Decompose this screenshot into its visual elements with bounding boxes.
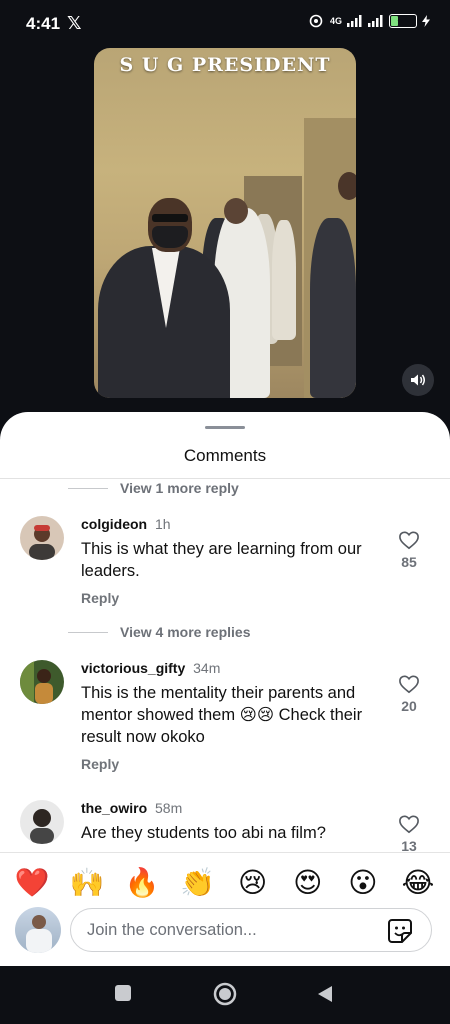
comment-item: colgideon 1h This is what they are learn…: [20, 516, 430, 616]
video-person: [272, 220, 296, 340]
drag-handle[interactable]: [205, 426, 245, 429]
comment-time: 58m: [155, 800, 183, 816]
view-more-label: View 4 more replies: [120, 624, 251, 640]
comment-item: victorious_gifty 34m This is the mentali…: [20, 660, 430, 780]
comment-time: 1h: [155, 516, 171, 532]
video-person-head: [224, 198, 248, 224]
reply-button[interactable]: Reply: [81, 590, 371, 606]
reply-button[interactable]: Reply: [81, 756, 371, 772]
comment-body: victorious_gifty 34m This is the mentali…: [81, 660, 371, 772]
video-main-glasses: [152, 214, 188, 222]
like-button[interactable]: 85: [394, 530, 424, 570]
avatar[interactable]: [20, 800, 64, 844]
video-person: [310, 218, 356, 398]
emoji-crying[interactable]: 😢: [233, 863, 273, 903]
signal-icon-2: [368, 15, 383, 27]
sheet-title: Comments: [183, 446, 267, 465]
emoji-laughing[interactable]: 😂: [398, 863, 438, 903]
comment-input[interactable]: [87, 909, 377, 951]
status-time: 4:41: [26, 14, 61, 33]
comment-input-container: [70, 908, 432, 952]
comment-text: Are they students too abi na film?: [81, 824, 326, 842]
comment-username[interactable]: victorious_gifty: [81, 660, 185, 676]
battery-icon: 31: [389, 14, 417, 28]
heart-icon: [399, 815, 419, 834]
comment-username[interactable]: the_owiro: [81, 800, 147, 816]
comment-body: colgideon 1h This is what they are learn…: [81, 516, 371, 606]
video-player[interactable]: S U G PRESIDENT: [94, 48, 356, 398]
emoji-surprised[interactable]: 😮: [343, 863, 383, 903]
video-person-head: [338, 172, 356, 200]
avatar[interactable]: [20, 516, 64, 560]
view-more-line: [68, 487, 108, 489]
home-icon[interactable]: [213, 982, 237, 1006]
heart-icon: [399, 531, 419, 550]
emoji-heart[interactable]: ❤️: [12, 863, 52, 903]
sheet-divider: [0, 478, 450, 479]
my-avatar: [15, 907, 61, 953]
emoji-clap[interactable]: 👏: [177, 863, 217, 903]
sticker-icon[interactable]: [387, 918, 413, 944]
hotspot-icon: [309, 14, 323, 28]
emoji-heart-eyes[interactable]: 😍: [288, 863, 328, 903]
comment-time: 34m: [193, 660, 221, 676]
comment-text: This is the mentality their parents and …: [81, 684, 363, 746]
like-count: 20: [401, 698, 417, 714]
signal-icon: [347, 15, 362, 27]
speaker-button[interactable]: [402, 364, 434, 396]
emoji-row: ❤️ 🙌 🔥 👏 😢 😍 😮 😂: [12, 863, 438, 903]
video-main-mask: [152, 226, 188, 248]
battery-level: 31: [397, 14, 409, 25]
recents-icon[interactable]: [114, 984, 132, 1002]
back-icon[interactable]: [316, 984, 334, 1004]
avatar[interactable]: [20, 660, 64, 704]
network-type: 4G: [329, 16, 342, 26]
charging-icon: [422, 15, 430, 27]
like-count: 85: [401, 554, 417, 570]
view-more-replies[interactable]: View 1 more reply: [68, 480, 239, 496]
view-more-label: View 1 more reply: [120, 480, 239, 496]
like-button[interactable]: 13: [394, 814, 424, 854]
view-more-replies[interactable]: View 4 more replies: [68, 624, 250, 640]
video-overlay-title: S U G PRESIDENT: [119, 54, 331, 76]
comment-username[interactable]: colgideon: [81, 516, 147, 532]
comment-text: This is what they are learning from our …: [81, 540, 362, 580]
like-button[interactable]: 20: [394, 674, 424, 714]
x-app-icon: 𝕏: [67, 13, 82, 33]
status-indicators: 4G 31: [307, 14, 430, 28]
reactions-bar: ❤️ 🙌 🔥 👏 😢 😍 😮 😂: [0, 852, 450, 966]
comment-item: the_owiro 58m Are they students too abi …: [20, 800, 430, 860]
speaker-icon: [411, 374, 425, 386]
system-nav-bar: [0, 966, 450, 1024]
status-bar: 4:41 𝕏 4G 31: [0, 0, 450, 46]
emoji-raised-hands[interactable]: 🙌: [67, 863, 107, 903]
heart-icon: [399, 675, 419, 694]
emoji-fire[interactable]: 🔥: [122, 863, 162, 903]
view-more-line: [68, 631, 108, 633]
comment-body: the_owiro 58m Are they students too abi …: [81, 800, 371, 844]
